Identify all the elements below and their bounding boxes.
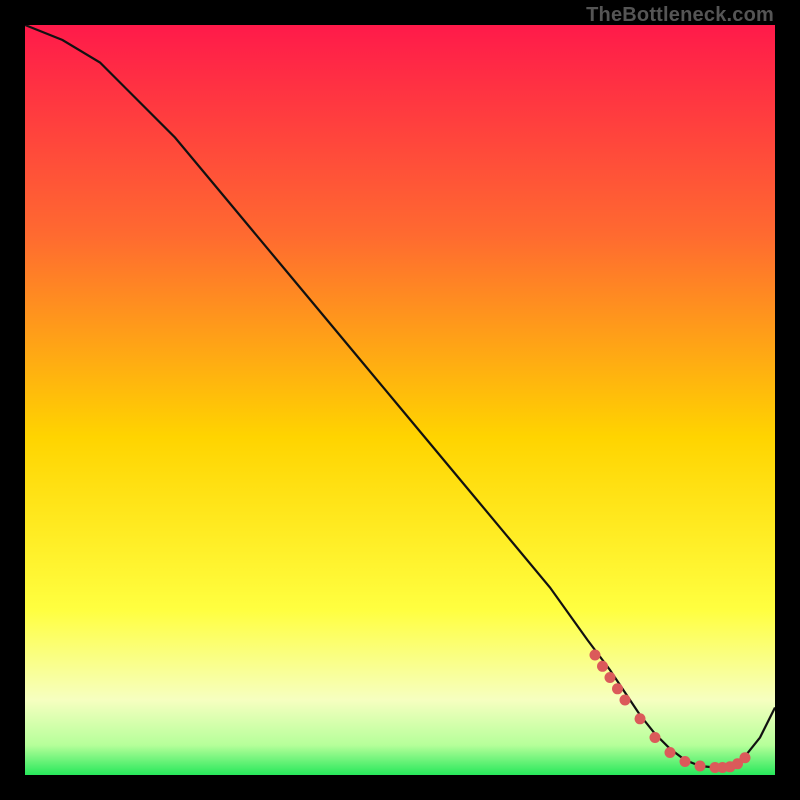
heatmap-background bbox=[25, 25, 775, 775]
chart-container: TheBottleneck.com bbox=[0, 0, 800, 800]
watermark-label: TheBottleneck.com bbox=[586, 4, 774, 27]
plot-area bbox=[25, 25, 775, 775]
